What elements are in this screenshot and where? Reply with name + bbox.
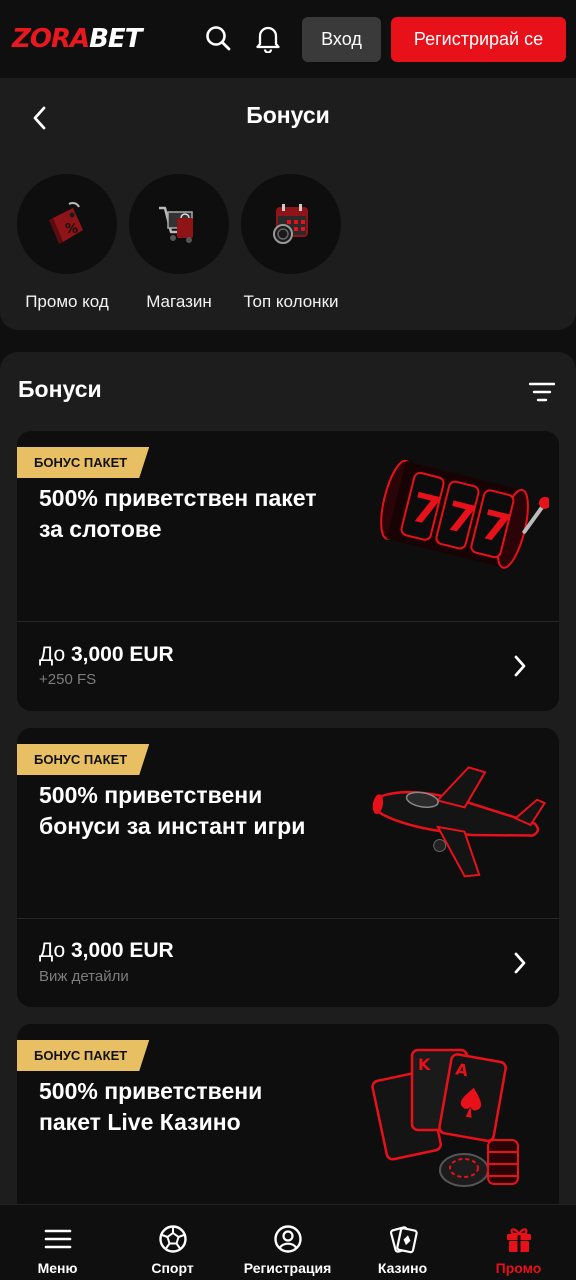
amount-prefix: До: [39, 643, 71, 666]
bonus-badge: БОНУС ПАКЕТ: [17, 744, 149, 775]
svg-text:K: K: [418, 1055, 431, 1074]
quick-link-label: Промо код: [25, 292, 109, 311]
bonuses-list-panel: Бонуси БОНУС ПАКЕТ 500% приветствен паке…: [0, 352, 576, 1280]
bonus-amount: До 3,000 EUR: [39, 643, 174, 667]
nav-label: Меню: [37, 1260, 78, 1276]
nav-label: Спорт: [151, 1260, 194, 1276]
gift-icon: [503, 1223, 535, 1255]
bonus-card[interactable]: БОНУС ПАКЕТ 500% приветствени бонуси за …: [17, 728, 559, 1007]
promo-tag-icon: %: [17, 174, 117, 274]
register-button[interactable]: Регистрирай се: [391, 17, 566, 62]
svg-text:%: %: [65, 222, 78, 237]
playing-cards-image: K A: [364, 1044, 549, 1187]
bonus-badge: БОНУС ПАКЕТ: [17, 1040, 149, 1071]
chevron-right-icon[interactable]: [505, 651, 535, 681]
bonus-subtitle: Виж детайли: [39, 968, 129, 985]
nav-label: Промо: [495, 1260, 542, 1276]
nav-item-promo[interactable]: Промо: [461, 1205, 576, 1280]
bell-icon[interactable]: [250, 20, 286, 56]
card-divider: [17, 918, 559, 919]
logo-text-zora: ZORA: [12, 24, 90, 54]
bonus-title: 500% приветствени бонуси за инстант игри: [39, 782, 306, 839]
quick-link-label: Магазин: [146, 292, 212, 311]
amount-value: 3,000 EUR: [70, 939, 174, 962]
page-title: Бонуси: [246, 102, 330, 128]
nav-label: Казино: [377, 1260, 428, 1276]
nav-item-casino[interactable]: Казино: [345, 1205, 460, 1280]
nav-label: Регистрация: [243, 1260, 332, 1276]
nav-item-registration[interactable]: Регистрация: [230, 1205, 345, 1280]
nav-item-menu[interactable]: Меню: [0, 1205, 115, 1280]
quick-link-shop[interactable]: Магазин: [123, 174, 235, 312]
bonus-amount: До 3,000 EUR: [39, 939, 174, 963]
search-icon[interactable]: [200, 20, 236, 56]
chevron-right-icon[interactable]: [505, 948, 535, 978]
amount-prefix: До: [39, 939, 71, 962]
shopping-cart-icon: [129, 174, 229, 274]
bonus-title: 500% приветствен пакет за слотове: [39, 485, 317, 542]
football-icon: [157, 1223, 189, 1255]
card-divider: [17, 621, 559, 622]
calendar-icon: [241, 174, 341, 274]
nav-item-sport[interactable]: Спорт: [115, 1205, 230, 1280]
quick-link-promo-code[interactable]: % Промо код: [11, 174, 123, 312]
menu-icon: [42, 1223, 74, 1255]
user-icon: [272, 1223, 304, 1255]
zorabet-logo[interactable]: ZORABET: [12, 24, 142, 54]
bonus-badge: БОНУС ПАКЕТ: [17, 447, 149, 478]
login-button[interactable]: Вход: [302, 17, 381, 62]
bottom-navigation: Меню Спорт Регистрация Казино Промо: [0, 1204, 576, 1280]
top-header: ZORABET Вход Регистрирай се: [0, 0, 576, 78]
amount-value: 3,000 EUR: [70, 643, 174, 666]
quick-link-top-columns[interactable]: Топ колонки: [235, 174, 347, 312]
filter-icon[interactable]: [524, 374, 560, 410]
section-title: Бонуси: [18, 376, 102, 402]
slot-machine-image: 7 7 7: [364, 455, 551, 595]
bonus-subtitle: +250 FS: [39, 671, 97, 688]
airplane-image: [364, 752, 549, 892]
bonuses-header-panel: Бонуси % Промо код Магазин Топ колонки: [0, 78, 576, 330]
quick-link-label: Топ колонки: [243, 292, 339, 311]
logo-text-bet: BET: [89, 24, 142, 54]
bonus-title: 500% приветствени пакет Live Казино: [39, 1078, 263, 1135]
cards-icon: [387, 1223, 419, 1255]
bonus-card[interactable]: БОНУС ПАКЕТ 500% приветствен пакет за сл…: [17, 431, 559, 711]
